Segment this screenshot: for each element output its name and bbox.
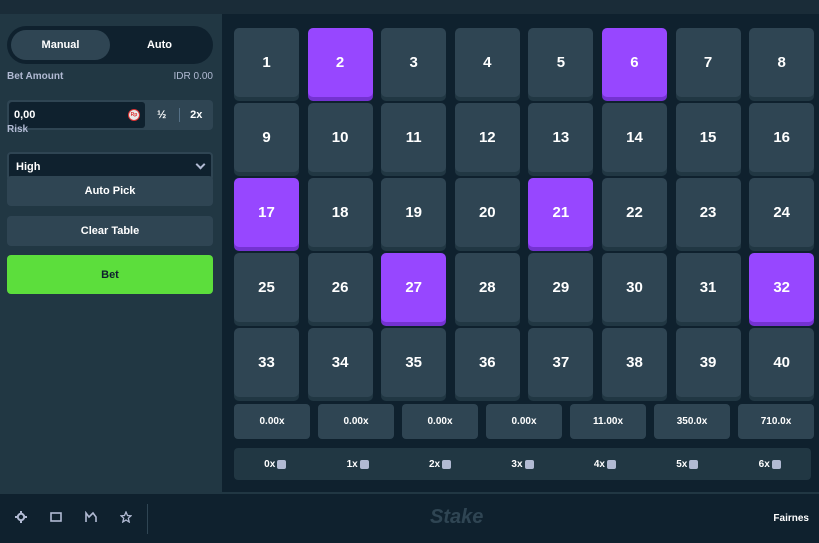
number-tile[interactable]: 7 — [675, 28, 741, 97]
hit-count: 4x — [564, 459, 646, 470]
number-tile[interactable]: 25 — [234, 253, 299, 322]
theater-mode-icon[interactable] — [49, 510, 63, 524]
number-tile[interactable]: 2 — [307, 28, 373, 97]
hit-count: 6x — [729, 459, 811, 470]
bet-amount-value: 0,00 — [14, 109, 36, 121]
hit-count-label: 1x — [346, 458, 358, 470]
number-tile[interactable]: 3 — [381, 28, 447, 97]
number-tile[interactable]: 23 — [675, 178, 741, 247]
footer-icons — [14, 510, 133, 524]
number-tile[interactable]: 38 — [601, 328, 667, 397]
number-tile[interactable]: 35 — [381, 328, 447, 397]
hit-count-label: 6x — [758, 458, 770, 470]
payout-multiplier: 0.00x — [234, 404, 310, 439]
hit-count: 5x — [646, 459, 728, 470]
risk-label: Risk — [7, 124, 29, 135]
number-tile[interactable]: 20 — [454, 178, 520, 247]
bet-amount-label-row: Bet Amount IDR 0.00 — [7, 71, 213, 82]
hit-count-label: 3x — [511, 458, 523, 470]
stats-icon[interactable] — [84, 510, 98, 524]
number-tile[interactable]: 5 — [528, 28, 594, 97]
number-tile[interactable]: 12 — [454, 103, 520, 172]
gem-icon — [771, 459, 781, 469]
number-tile[interactable]: 4 — [454, 28, 520, 97]
gem-icon — [359, 459, 369, 469]
number-tile[interactable]: 30 — [601, 253, 667, 322]
gem-icon — [442, 459, 452, 469]
payout-multiplier: 350.0x — [654, 404, 730, 439]
number-tile[interactable]: 17 — [234, 178, 299, 247]
payout-multiplier: 11.00x — [570, 404, 646, 439]
favorite-icon[interactable] — [119, 510, 133, 524]
hit-count: 3x — [481, 459, 563, 470]
number-tile[interactable]: 10 — [307, 103, 373, 172]
hits-row: 0x 1x 2x 3x 4x 5x 6x — [234, 448, 811, 480]
number-tile[interactable]: 24 — [749, 178, 815, 247]
number-tile[interactable]: 8 — [749, 28, 815, 97]
number-tile[interactable]: 1 — [234, 28, 299, 97]
number-tile[interactable]: 32 — [749, 253, 815, 322]
control-panel: Manual Auto Bet Amount IDR 0.00 0,00 Rp … — [0, 14, 222, 492]
payout-multiplier: 710.0x — [738, 404, 814, 439]
number-tile[interactable]: 15 — [675, 103, 741, 172]
hit-count: 2x — [399, 459, 481, 470]
balance-value: IDR 0.00 — [173, 71, 213, 82]
auto-pick-button[interactable]: Auto Pick — [7, 176, 213, 206]
number-tile[interactable]: 11 — [381, 103, 447, 172]
hit-count-label: 2x — [428, 458, 441, 470]
stake-logo: Stake — [430, 506, 484, 528]
number-tile[interactable]: 26 — [307, 253, 373, 322]
number-tile[interactable]: 14 — [601, 103, 667, 172]
number-tile[interactable]: 37 — [528, 328, 594, 397]
hit-count: 0x — [234, 459, 316, 470]
number-tile[interactable]: 6 — [601, 28, 667, 97]
clear-table-button[interactable]: Clear Table — [7, 216, 213, 246]
number-tile[interactable]: 9 — [234, 103, 299, 172]
gem-icon — [606, 459, 616, 469]
number-tile[interactable]: 29 — [528, 253, 594, 322]
number-tile[interactable]: 13 — [528, 103, 594, 172]
number-tile[interactable]: 28 — [454, 253, 520, 322]
gem-icon — [689, 459, 699, 469]
bet-amount-label: Bet Amount — [7, 71, 64, 82]
number-tile[interactable]: 21 — [528, 178, 594, 247]
gem-icon — [277, 459, 287, 469]
gem-icon — [524, 459, 534, 469]
divider — [147, 504, 148, 534]
number-tile[interactable]: 39 — [675, 328, 741, 397]
settings-icon[interactable] — [14, 510, 28, 524]
number-tile[interactable]: 22 — [601, 178, 667, 247]
number-tile[interactable]: 34 — [307, 328, 373, 397]
payout-multiplier: 0.00x — [318, 404, 394, 439]
rupiah-coin-icon: Rp — [128, 109, 140, 121]
tab-manual[interactable]: Manual — [11, 30, 110, 60]
number-tile[interactable]: 33 — [234, 328, 299, 397]
risk-value: High — [16, 160, 41, 173]
footer: Stake Fairnes — [0, 492, 819, 543]
tab-auto[interactable]: Auto — [110, 30, 209, 60]
number-grid: 1 2 3 4 5 6 7 8 9 10 11 12 13 14 15 16 17 18 19 20 21 22 23 24 2… — [234, 28, 815, 397]
number-tile[interactable]: 31 — [675, 253, 741, 322]
chevron-down-icon — [195, 159, 206, 170]
hit-count-label: 5x — [676, 458, 688, 470]
hit-count-label: 4x — [593, 458, 605, 470]
payout-row: 0.00x 0.00x 0.00x 0.00x 11.00x 350.0x 710.0x — [234, 404, 819, 439]
mode-toggle: Manual Auto — [7, 26, 213, 64]
number-tile[interactable]: 36 — [454, 328, 520, 397]
number-tile[interactable]: 19 — [381, 178, 447, 247]
bet-button[interactable]: Bet — [7, 255, 213, 294]
hit-count: 1x — [316, 459, 398, 470]
keno-board: 1 2 3 4 5 6 7 8 9 10 11 12 13 14 15 16 17 18 19 20 21 22 23 24 2… — [222, 14, 819, 492]
number-tile[interactable]: 40 — [749, 328, 815, 397]
number-tile[interactable]: 16 — [749, 103, 815, 172]
top-bar — [0, 0, 819, 14]
hit-count-label: 0x — [264, 458, 276, 470]
risk-label-row: Risk — [7, 124, 213, 135]
payout-multiplier: 0.00x — [402, 404, 478, 439]
payout-multiplier: 0.00x — [486, 404, 562, 439]
fairness-link[interactable]: Fairnes — [773, 513, 809, 524]
number-tile[interactable]: 18 — [307, 178, 373, 247]
number-tile[interactable]: 27 — [381, 253, 447, 322]
